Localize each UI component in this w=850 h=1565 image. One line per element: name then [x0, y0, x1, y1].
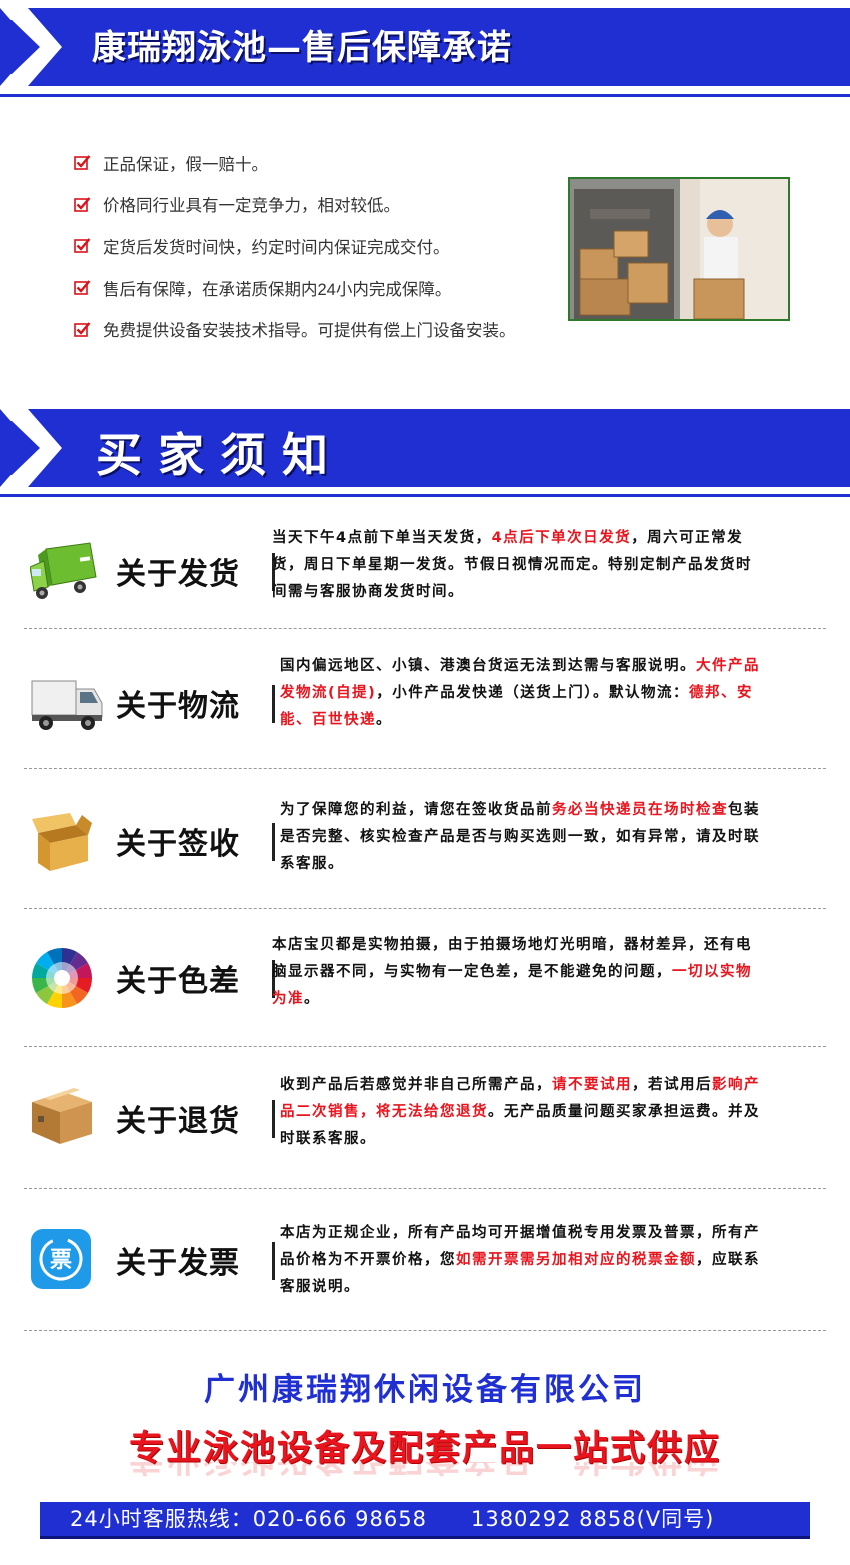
notice-description: 收到产品后若感觉并非自己所需产品，请不要试用，若试用后影响产品二次销售，将无法给… [280, 1072, 770, 1153]
banner-underline [0, 94, 850, 97]
svg-text:票: 票 [50, 1248, 72, 1273]
vertical-divider [272, 685, 275, 723]
dashed-divider [24, 1188, 826, 1189]
page-title: 康瑞翔泳池—售后保障承诺 [92, 28, 512, 68]
notice-description: 国内偏远地区、小镇、港澳台货运无法到达需与客服说明。大件产品发物流(自提)，小件… [280, 653, 770, 734]
notice-description: 为了保障您的利益，请您在签收货品前务必当快递员在场时检查包装是否完整、核实检查产… [280, 797, 770, 878]
guarantee-item: 定货后发货时间快，约定时间内保证完成交付。 [74, 225, 574, 267]
checkbox-checked-icon [74, 238, 91, 254]
slogan-reflection: 专业泳池设备及配套产品一站式供应 [0, 1462, 850, 1486]
dashed-divider [24, 768, 826, 769]
company-name: 广州康瑞翔休闲设备有限公司 [204, 1372, 646, 1408]
notice-shipping: 关于发货 当天下午4点前下单当天发货，4点后下单次日发货，周六可正常发货，周日下单… [24, 523, 826, 619]
description-text: ，若试用后 [632, 1077, 712, 1093]
description-text: 国内偏远地区、小镇、港澳台货运无法到达需与客服说明。 [280, 658, 696, 674]
notice-label: 关于签收 [116, 827, 240, 862]
vertical-divider [272, 1242, 275, 1280]
open-box-icon [30, 809, 94, 877]
checkbox-checked-icon [74, 280, 91, 295]
guarantee-item: 免费提供设备安装技术指导。可提供有偿上门设备安装。 [74, 308, 574, 350]
invoice-icon: 票 [30, 1228, 92, 1294]
hotline-phone-2[interactable]: 1380292 8858(V同号) [471, 1507, 714, 1531]
highlight-text: 请不要试用 [552, 1077, 632, 1093]
description-text: 。 [304, 991, 320, 1007]
highlight-text: 如需开票需另加相对应的税票金额 [456, 1252, 696, 1268]
notice-label: 关于发货 [116, 557, 240, 592]
guarantee-text: 定货后发货时间快，约定时间内保证完成交付。 [103, 238, 450, 257]
checkbox-checked-icon [74, 197, 91, 212]
description-text: 收到产品后若感觉并非自己所需产品， [280, 1077, 552, 1093]
chevron-right-icon [0, 409, 62, 487]
guarantee-text: 免费提供设备安装技术指导。可提供有偿上门设备安装。 [103, 322, 516, 341]
notice-label: 关于退货 [116, 1104, 240, 1139]
guarantee-item: 售后有保障，在承诺质保期内24小内完成保障。 [74, 267, 574, 309]
truck-icon [29, 537, 102, 607]
hotline-label: 24小时客服热线： [70, 1507, 253, 1531]
hotline-bar: 24小时客服热线：020-666 98658 1380292 8858(V同号) [40, 1502, 810, 1536]
banner-underline [0, 494, 850, 497]
box-icon [30, 1084, 94, 1152]
dashed-divider [24, 628, 826, 629]
chevron-right-icon [0, 8, 62, 86]
description-text: ，小件产品发快递（送货上门）。默认物流： [376, 685, 690, 701]
notice-label: 关于发票 [116, 1246, 240, 1281]
vertical-divider [272, 1100, 275, 1138]
checkbox-checked-icon [74, 321, 91, 337]
notice-label: 关于物流 [116, 689, 240, 724]
hotline-phone-1[interactable]: 020-666 98658 [253, 1507, 427, 1531]
notice-receipt: 关于签收 为了保障您的利益，请您在签收货品前务必当快递员在场时检查包装是否完整、核… [24, 793, 826, 889]
van-icon [30, 673, 104, 737]
notice-description: 本店为正规企业，所有产品均可开据增值税专用发票及普票，所有产品价格为不开票价格，… [280, 1220, 770, 1301]
after-sales-banner: 康瑞翔泳池—售后保障承诺 [0, 0, 850, 102]
guarantee-text: 售后有保障，在承诺质保期内24小内完成保障。 [103, 280, 452, 299]
highlight-text: 4点后下单次日发货 [491, 530, 632, 546]
color-wheel-icon [30, 946, 94, 1014]
vertical-divider [272, 823, 275, 861]
buyer-notice-banner: 买家须知 [0, 403, 850, 499]
checkbox-checked-icon [74, 155, 91, 171]
notice-color-difference: 关于色差 本店宝贝都是实物拍摄，由于拍摄场地灯光明暗，器材差异，还有电脑显示器不同… [24, 930, 826, 1026]
guarantee-text: 正品保证，假一赔十。 [103, 155, 268, 174]
description-text: 。 [376, 712, 392, 728]
guarantee-item: 正品保证，假一赔十。 [74, 142, 574, 184]
notice-returns: 关于退货 收到产品后若感觉并非自己所需产品，请不要试用，若试用后影响产品二次销售，… [24, 1070, 826, 1166]
dashed-divider [24, 1330, 826, 1331]
highlight-text: 务必当快递员在场时检查 [552, 802, 728, 818]
delivery-man-photo [568, 177, 790, 321]
description-text: 为了保障您的利益，请您在签收货品前 [280, 802, 552, 818]
notice-label: 关于色差 [116, 964, 240, 999]
guarantee-item: 价格同行业具有一定竞争力，相对较低。 [74, 184, 574, 226]
section-title: 买家须知 [96, 428, 344, 482]
guarantee-list: 正品保证，假一赔十。价格同行业具有一定竞争力，相对较低。定货后发货时间快，约定时… [74, 142, 574, 350]
guarantee-text: 价格同行业具有一定竞争力，相对较低。 [103, 197, 400, 216]
dashed-divider [24, 908, 826, 909]
notice-invoice: 票 关于发票 本店为正规企业，所有产品均可开据增值税专用发票及普票，所有产品价格为不… [24, 1218, 826, 1314]
description-text: 当天下午4点前下单当天发货， [272, 530, 492, 546]
notice-description: 当天下午4点前下单当天发货，4点后下单次日发货，周六可正常发货，周日下单星期一发… [272, 525, 762, 606]
notice-description: 本店宝贝都是实物拍摄，由于拍摄场地灯光明暗，器材差异，还有电脑显示器不同，与实物… [272, 932, 762, 1013]
dashed-divider [24, 1046, 826, 1047]
notice-logistics: 关于物流 国内偏远地区、小镇、港澳台货运无法到达需与客服说明。大件产品发物流(自提… [24, 655, 826, 751]
